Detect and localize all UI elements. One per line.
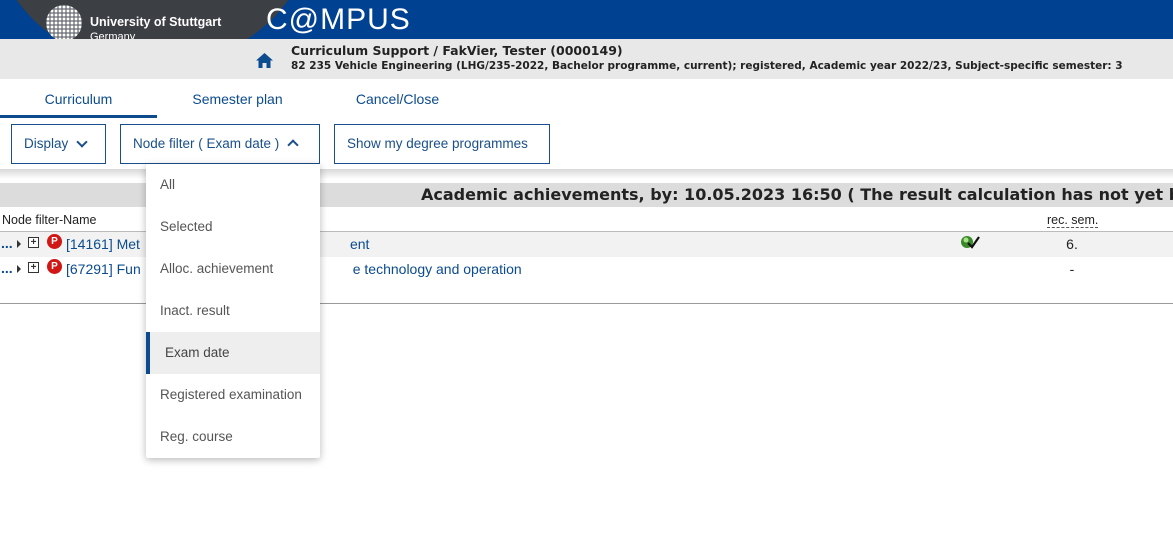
tab-cancel-close[interactable]: Cancel/Close [340, 80, 455, 118]
expand-arrow-icon[interactable] [17, 265, 21, 273]
node-filter-dropdown: All Selected Alloc. achievement Inact. r… [146, 164, 320, 458]
filter-option-exam-date[interactable]: Exam date [146, 332, 320, 374]
node-filter-button[interactable]: Node filter ( Exam date ) [120, 124, 320, 164]
achievements-header-text: Academic achievements, by: 10.05.2023 16… [421, 185, 1173, 204]
filter-option-alloc-achievement[interactable]: Alloc. achievement [146, 248, 320, 290]
tab-curriculum[interactable]: Curriculum [0, 80, 157, 118]
home-icon[interactable] [256, 53, 273, 68]
chevron-down-icon [76, 136, 88, 148]
chevron-up-icon [287, 139, 299, 152]
expand-plus-icon[interactable]: + [28, 237, 39, 248]
expand-arrow-icon[interactable] [17, 240, 21, 248]
university-logo-icon[interactable] [46, 5, 82, 41]
passed-check-icon [961, 236, 980, 249]
row-menu-dots[interactable]: ... [1, 260, 13, 276]
display-button-label: Display [24, 136, 69, 151]
tab-bar: Curriculum Semester plan Cancel/Close [0, 80, 1173, 118]
node-filter-button-label: Node filter ( Exam date ) [133, 136, 280, 151]
row-title-start: [14161] Met [66, 236, 140, 252]
filter-option-inact-result[interactable]: Inact. result [146, 290, 320, 332]
rec-sem-value: 6. [1066, 236, 1078, 252]
degree-programme-info: 82 235 Vehicle Engineering (LHG/235-2022… [291, 60, 1123, 72]
expand-plus-icon[interactable]: + [28, 262, 39, 273]
row-title-end: ent [349, 236, 370, 252]
row-title-start: [67291] Fun [66, 261, 141, 277]
module-type-badge: P [47, 234, 62, 249]
module-type-badge: P [47, 259, 62, 274]
row-menu-dots[interactable]: ... [1, 235, 13, 251]
show-degree-programmes-button[interactable]: Show my degree programmes [334, 124, 550, 164]
rec-sem-value: - [1069, 261, 1075, 277]
info-bar: Curriculum Support / FakVier, Tester (00… [0, 39, 1173, 79]
filter-option-selected[interactable]: Selected [146, 206, 320, 248]
column-node-filter-name: Node filter-Name [2, 213, 97, 227]
column-rec-sem[interactable]: rec. sem. [1047, 213, 1099, 228]
filter-option-reg-course[interactable]: Reg. course [146, 416, 320, 458]
filter-option-registered-examination[interactable]: Registered examination [146, 374, 320, 416]
display-button[interactable]: Display [11, 124, 106, 164]
university-name[interactable]: University of Stuttgart [90, 15, 221, 30]
app-title: C@MPUS [266, 3, 411, 36]
curriculum-support-title: Curriculum Support / FakVier, Tester (00… [291, 43, 623, 58]
tab-semester-plan[interactable]: Semester plan [170, 80, 305, 118]
filter-option-all[interactable]: All [146, 164, 320, 206]
row-title-end: e technology and operation [352, 261, 522, 277]
